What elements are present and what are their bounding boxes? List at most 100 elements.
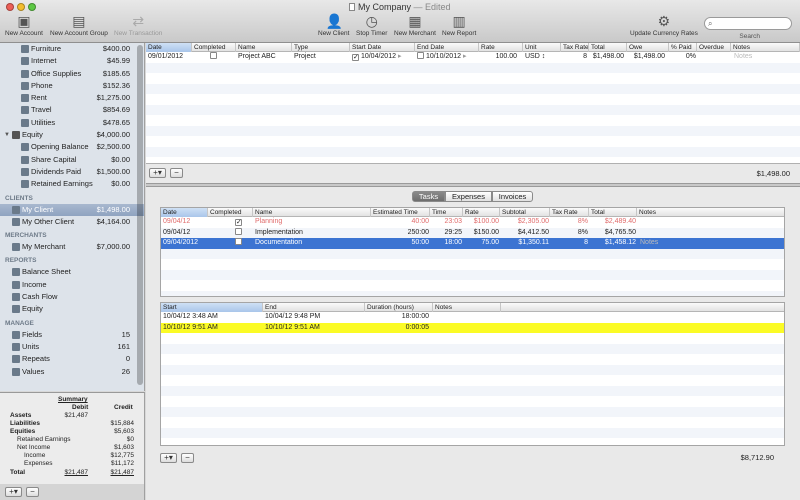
new-report-button[interactable]: ▥ New Report <box>442 13 476 37</box>
new-account-group-button[interactable]: ▤ New Account Group <box>50 13 108 37</box>
tab-tasks[interactable]: Tasks <box>412 191 445 202</box>
column-header[interactable]: Completed <box>208 208 253 217</box>
sidebar-item-manage[interactable]: Repeats 0 <box>0 353 144 365</box>
sidebar-item-accounts[interactable]: Travel $854.69 <box>0 104 144 116</box>
task-completed-checkbox[interactable] <box>233 227 244 239</box>
time-end[interactable]: 10/10/12 9:51 AM <box>263 323 322 334</box>
column-header[interactable]: Owe <box>627 43 669 52</box>
column-header[interactable]: Tax Rate <box>550 208 589 217</box>
checkbox[interactable]: ✓ <box>235 219 242 226</box>
table-row[interactable]: 10/10/12 9:51 AM 10/10/12 9:51 AM 0:00:05 <box>161 322 784 334</box>
project-remove-button[interactable]: − <box>170 168 183 178</box>
column-header[interactable]: Start Date <box>350 43 415 52</box>
sidebar-remove-button[interactable]: − <box>26 487 39 497</box>
task-time[interactable]: 23:03 <box>431 217 464 228</box>
end-date-arrow-icon[interactable]: ▸ <box>463 53 467 60</box>
update-currency-rates-button[interactable]: ⚙ Update Currency Rates <box>630 13 698 37</box>
column-header[interactable]: Estimated Time <box>371 208 430 217</box>
task-completed-checkbox[interactable]: ✓ <box>233 217 244 228</box>
column-header[interactable]: Name <box>253 208 371 217</box>
time-duration[interactable]: 0:00:05 <box>365 323 431 334</box>
task-tax[interactable]: 8 <box>551 238 590 249</box>
task-date[interactable]: 09/04/2012 <box>161 238 206 249</box>
search-input[interactable]: ⌕ <box>704 17 792 30</box>
table-row[interactable]: 09/01/2012 Project ABC Project ✓ 10/04/2… <box>146 52 800 63</box>
sidebar-item-accounts[interactable]: Phone $152.36 <box>0 80 144 92</box>
column-header[interactable]: Completed <box>192 43 236 52</box>
sidebar-item-merchants[interactable]: My Merchant $7,000.00 <box>0 241 144 253</box>
project-name[interactable]: Project ABC <box>236 52 278 63</box>
project-notes[interactable]: Notes <box>732 52 754 63</box>
column-header[interactable]: Duration (hours) <box>365 303 433 312</box>
tab-invoices[interactable]: Invoices <box>492 191 533 202</box>
task-total[interactable]: $4,765.50 <box>590 228 638 239</box>
task-notes[interactable]: Notes <box>638 238 698 249</box>
task-date[interactable]: 09/04/12 <box>161 217 206 228</box>
sidebar-item-equity[interactable]: Dividends Paid $1,500.00 <box>0 166 144 178</box>
task-sub[interactable]: $4,412.50 <box>501 228 551 239</box>
sidebar-item-accounts[interactable]: Office Supplies $185.65 <box>0 68 144 80</box>
sidebar-item-equity[interactable]: Opening Balance $2,500.00 <box>0 141 144 153</box>
column-header[interactable]: Type <box>292 43 350 52</box>
task-sub[interactable]: $2,305.00 <box>501 217 551 228</box>
new-client-button[interactable]: 👤 New Client <box>318 13 349 37</box>
task-time[interactable]: 29:25 <box>431 228 464 239</box>
column-header[interactable]: Total <box>589 43 627 52</box>
task-sub[interactable]: $1,350.11 <box>501 238 551 249</box>
task-notes[interactable] <box>638 228 698 239</box>
task-rate[interactable]: 75.00 <box>464 238 501 249</box>
task-date[interactable]: 09/04/12 <box>161 228 206 239</box>
time-end[interactable]: 10/04/12 9:48 PM <box>263 312 322 323</box>
column-header[interactable]: Rate <box>463 208 500 217</box>
task-name[interactable]: Planning <box>253 217 369 228</box>
table-row[interactable]: 09/04/12 Implementation 250:00 29:25 $150.00… <box>161 227 784 239</box>
column-header[interactable]: Notes <box>637 208 784 217</box>
project-completed-checkbox[interactable] <box>208 52 219 63</box>
table-row[interactable]: 10/04/12 3:48 AM 10/04/12 9:48 PM 18:00:00 <box>161 312 784 323</box>
new-transaction-button[interactable]: ⇄ New Transaction <box>114 13 162 37</box>
sidebar-item-reports[interactable]: Income <box>0 279 144 291</box>
task-total[interactable]: $1,458.12 <box>590 238 638 249</box>
new-merchant-button[interactable]: ▦ New Merchant <box>394 13 436 37</box>
sidebar-item-reports[interactable]: Balance Sheet <box>0 266 144 278</box>
sidebar-add-menu-button[interactable]: +▾ <box>5 487 22 497</box>
column-header[interactable]: Date <box>161 208 208 217</box>
column-header[interactable]: Start <box>161 303 263 312</box>
start-date-arrow-icon[interactable]: ▸ <box>398 53 402 60</box>
time-start[interactable]: 10/10/12 9:51 AM <box>161 323 220 334</box>
sidebar-item-accounts[interactable]: Utilities $478.65 <box>0 117 144 129</box>
task-est[interactable]: 50:00 <box>371 238 431 249</box>
checkbox[interactable] <box>235 238 242 245</box>
tab-expenses[interactable]: Expenses <box>445 191 492 202</box>
column-header[interactable]: Total <box>589 208 637 217</box>
table-row[interactable]: 09/04/2012 Documentation 50:00 18:00 75.00 $1… <box>161 238 784 249</box>
column-header[interactable]: Tax Rate <box>561 43 589 52</box>
task-est[interactable]: 40:00 <box>371 217 431 228</box>
stop-timer-button[interactable]: ◷ Stop Timer <box>356 13 387 37</box>
sidebar-item-accounts[interactable]: Internet $45.99 <box>0 55 144 67</box>
project-rate[interactable]: 100.00 <box>479 52 519 63</box>
time-remove-button[interactable]: − <box>181 453 194 463</box>
time-duration[interactable]: 18:00:00 <box>365 312 431 323</box>
sidebar-scrollbar[interactable] <box>137 45 143 385</box>
task-est[interactable]: 250:00 <box>371 228 431 239</box>
project-end-date[interactable]: 10/10/2012 ▸ <box>415 52 468 63</box>
sidebar-item-manage[interactable]: Values 26 <box>0 366 144 378</box>
column-header[interactable]: Name <box>236 43 292 52</box>
project-type[interactable]: Project <box>292 52 318 63</box>
column-header[interactable]: Rate <box>479 43 523 52</box>
start-date-checkbox[interactable]: ✓ <box>352 54 359 61</box>
disclosure-triangle-icon[interactable]: ▼ <box>4 129 10 141</box>
unit-stepper-icon[interactable]: ↕ <box>542 53 546 60</box>
sidebar-group-equity[interactable]: ▼ Equity $4,000.00 <box>0 129 144 141</box>
task-rate[interactable]: $100.00 <box>464 217 501 228</box>
column-header[interactable]: % Paid <box>669 43 697 52</box>
task-time[interactable]: 18:00 <box>431 238 464 249</box>
end-date-checkbox[interactable] <box>417 52 424 59</box>
sidebar-item-clients[interactable]: My Other Client $4,164.00 <box>0 216 144 228</box>
checkbox[interactable] <box>235 227 242 235</box>
new-account-button[interactable]: ▣ New Account <box>5 13 43 37</box>
sidebar-item-accounts[interactable]: Furniture $400.00 <box>0 43 144 55</box>
time-start[interactable]: 10/04/12 3:48 AM <box>161 312 220 323</box>
task-completed-checkbox[interactable] <box>233 238 244 249</box>
